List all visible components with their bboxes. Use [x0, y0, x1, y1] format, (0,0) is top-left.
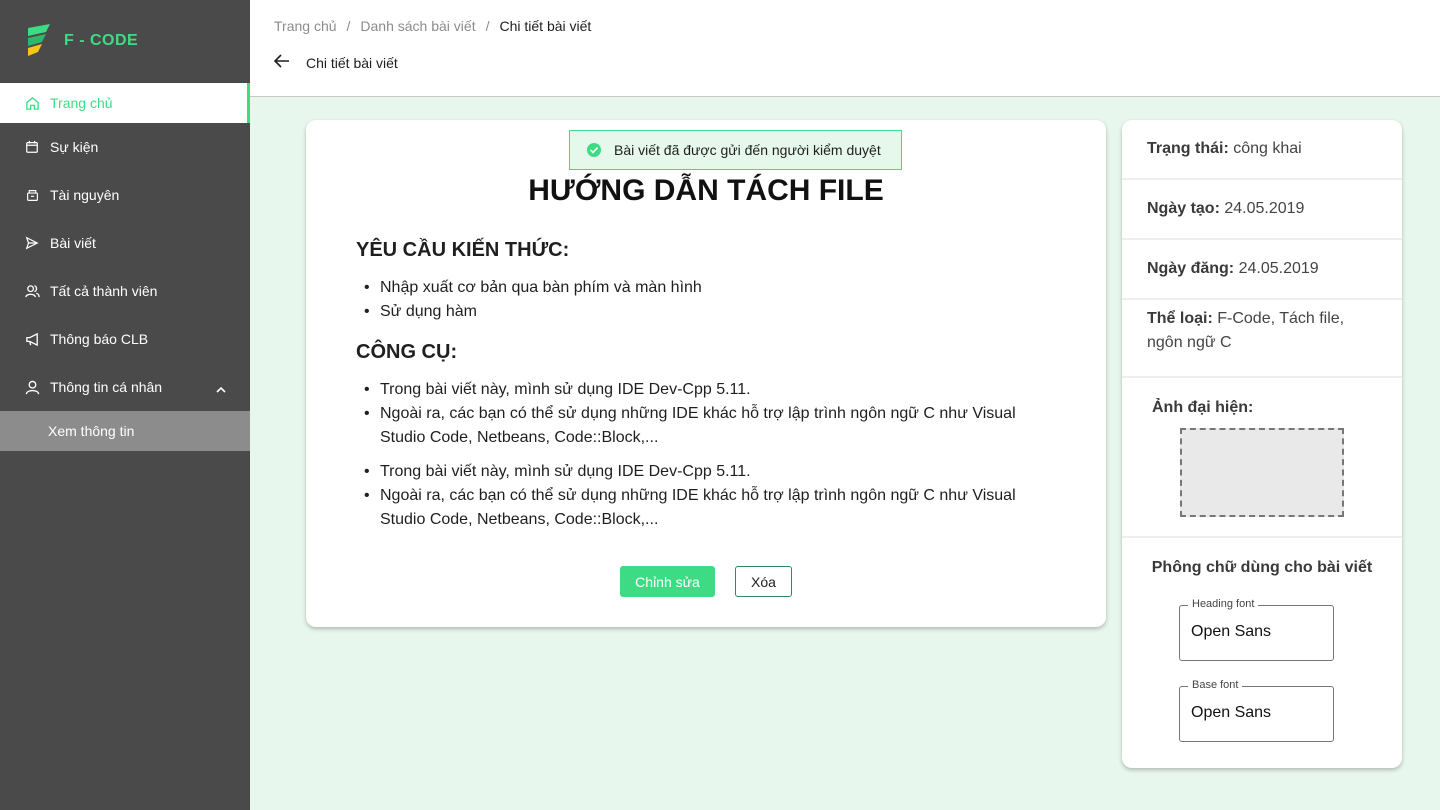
sidebar-item-home[interactable]: Trang chủ: [0, 83, 250, 123]
thumbnail-label: Ảnh đại hiện:: [1152, 399, 1254, 416]
base-font-label: Base font: [1188, 679, 1243, 691]
user-icon: [24, 379, 40, 395]
delete-button[interactable]: Xóa: [735, 566, 792, 597]
heading-font-value: Open Sans: [1191, 623, 1272, 640]
published-key: Ngày đăng:: [1147, 260, 1235, 277]
sidebar-item-posts[interactable]: Bài viết: [0, 219, 250, 267]
section-heading: YÊU CẦU KIẾN THỨC:: [356, 239, 570, 261]
success-toast: Bài viết đã được gửi đến người kiểm duyệ…: [569, 130, 902, 170]
home-icon: [24, 95, 40, 111]
sidebar-item-resources[interactable]: Tài nguyên: [0, 171, 250, 219]
breadcrumb: Trang chủ / Danh sách bài viết / Chi tiế…: [274, 18, 591, 34]
sidebar-item-events[interactable]: Sự kiện: [0, 123, 250, 171]
sidebar-item-label: Trang chủ: [50, 95, 113, 111]
toast-message: Bài viết đã được gửi đến người kiểm duyệ…: [614, 142, 881, 158]
calendar-icon: [24, 139, 40, 155]
list-item: Nhập xuất cơ bản qua bàn phím và màn hìn…: [356, 276, 1056, 300]
status-row: Trạng thái: công khai: [1122, 120, 1402, 180]
bullet-list: Nhập xuất cơ bản qua bàn phím và màn hìn…: [356, 276, 1056, 324]
breadcrumb-current: Chi tiết bài viết: [499, 18, 592, 34]
sidebar: F - CODE Trang chủ Sự kiện Tài nguyên Bà…: [0, 0, 250, 810]
post-body: YÊU CẦU KIẾN THỨC: Nhập xuất cơ bản qua …: [356, 238, 1056, 544]
breadcrumb-post-list[interactable]: Danh sách bài viết: [360, 18, 475, 34]
logo[interactable]: F - CODE: [0, 0, 250, 83]
users-icon: [24, 283, 40, 299]
breadcrumb-home[interactable]: Trang chủ: [274, 18, 337, 34]
sidebar-item-label: Tất cả thành viên: [50, 283, 158, 299]
post-title: HƯỚNG DẪN TÁCH FILE: [528, 174, 884, 207]
post-detail-card: Bài viết đã được gửi đến người kiểm duyệ…: [306, 120, 1106, 627]
published-date-row: Ngày đăng: 24.05.2019: [1122, 240, 1402, 300]
list-item: Sử dụng hàm: [356, 300, 1056, 324]
sidebar-item-announcements[interactable]: Thông báo CLB: [0, 315, 250, 363]
breadcrumb-separator: /: [485, 18, 490, 34]
breadcrumb-separator: /: [346, 18, 351, 34]
list-item: Trong bài viết này, mình sử dụng IDE Dev…: [356, 378, 1056, 402]
post-info-panel: Trạng thái: công khai Ngày tạo: 24.05.20…: [1122, 120, 1402, 768]
created-key: Ngày tạo:: [1147, 200, 1220, 217]
category-key: Thể loại:: [1147, 310, 1213, 327]
archive-icon: [24, 187, 40, 203]
section-heading: CÔNG CỤ:: [356, 341, 458, 363]
base-font-field[interactable]: Base font Open Sans: [1179, 679, 1334, 742]
created-value: 24.05.2019: [1224, 200, 1305, 217]
megaphone-icon: [24, 331, 40, 347]
sidebar-item-label: Thông báo CLB: [50, 331, 149, 347]
sidebar-item-profile[interactable]: Thông tin cá nhân: [0, 363, 250, 411]
published-value: 24.05.2019: [1238, 260, 1319, 277]
page-header: Trang chủ / Danh sách bài viết / Chi tiế…: [250, 0, 1440, 97]
sidebar-item-label: Thông tin cá nhân: [50, 379, 163, 395]
created-date-row: Ngày tạo: 24.05.2019: [1122, 180, 1402, 240]
thumbnail-placeholder[interactable]: [1180, 428, 1344, 517]
page-heading: Chi tiết bài viết: [273, 54, 398, 71]
brand-name: F - CODE: [64, 32, 139, 49]
sidebar-subitem-view-profile[interactable]: Xem thông tin: [0, 411, 250, 451]
sidebar-item-label: Bài viết: [50, 235, 96, 251]
font-section-title: Phông chữ dùng cho bài viết: [1151, 559, 1373, 576]
heading-font-field[interactable]: Heading font Open Sans: [1179, 598, 1334, 661]
sidebar-item-members[interactable]: Tất cả thành viên: [0, 267, 250, 315]
bullet-list: Trong bài viết này, mình sử dụng IDE Dev…: [356, 378, 1056, 450]
send-icon: [24, 235, 40, 251]
sidebar-item-label: Tài nguyên: [50, 187, 120, 203]
category-row: Thể loại: F-Code, Tách file, ngôn ngữ C: [1122, 300, 1402, 378]
page-title: Chi tiết bài viết: [306, 54, 398, 71]
sidebar-item-label: Sự kiện: [50, 139, 99, 155]
status-key: Trạng thái:: [1147, 140, 1229, 157]
base-font-value: Open Sans: [1191, 704, 1272, 721]
list-item: Ngoài ra, các bạn có thể sử dụng những I…: [356, 402, 1056, 450]
check-circle-icon: [586, 142, 602, 158]
bullet-list: Trong bài viết này, mình sử dụng IDE Dev…: [356, 460, 1056, 532]
list-item: Ngoài ra, các bạn có thể sử dụng những I…: [356, 484, 1056, 532]
heading-font-label: Heading font: [1188, 598, 1259, 610]
status-value: công khai: [1233, 140, 1302, 157]
logo-icon: [28, 24, 50, 56]
list-item: Trong bài viết này, mình sử dụng IDE Dev…: [356, 460, 1056, 484]
back-arrow-icon[interactable]: [273, 54, 290, 71]
edit-button[interactable]: Chỉnh sửa: [620, 566, 715, 597]
chevron-up-icon[interactable]: [216, 380, 226, 396]
